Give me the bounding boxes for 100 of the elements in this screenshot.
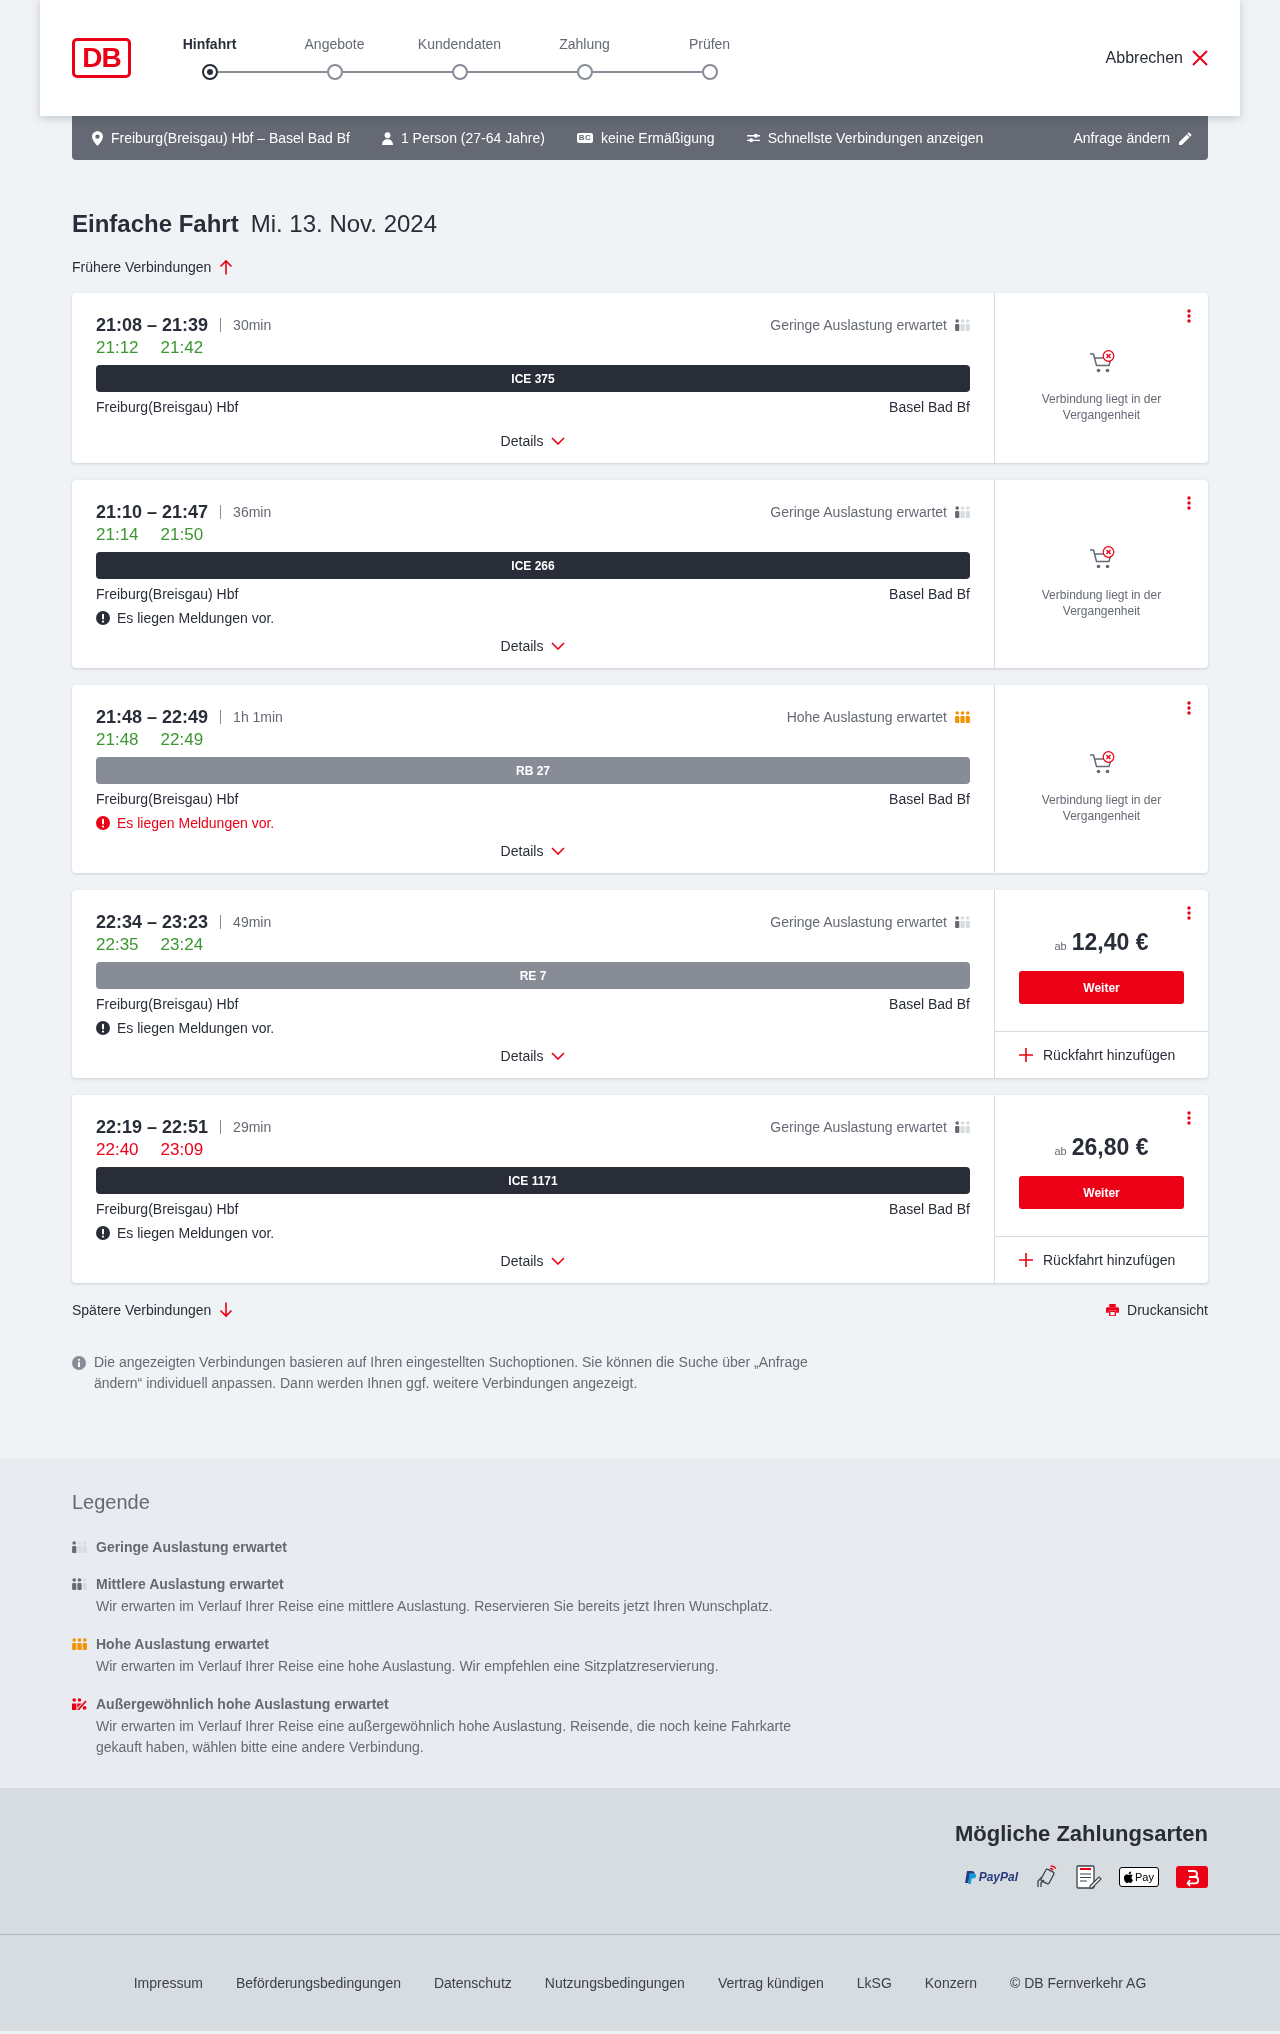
payment-badge-label: Pay (1135, 1870, 1154, 1884)
footer-link[interactable]: Vertrag kündigen (717, 1973, 824, 1993)
train-line-bar: ICE 266 (96, 552, 970, 579)
station-name: Freiburg(Breisgau) Hbf (96, 790, 239, 809)
sliders-icon (746, 133, 760, 143)
step-label: Zahlung (559, 35, 610, 54)
more-menu-icon[interactable] (1187, 496, 1191, 510)
realtime-departure: 22:35 (96, 934, 139, 956)
station-name: Basel Bad Bf (889, 995, 970, 1014)
legend-item-title: Geringe Auslastung erwartet (96, 1538, 288, 1557)
copyright-text: © DB Fernverkehr AG (1009, 1974, 1147, 1993)
footer-link[interactable]: LkSG (856, 1973, 892, 1993)
footer-link[interactable]: Impressum (133, 1973, 203, 1993)
occupancy-icon (955, 1121, 970, 1133)
continue-button[interactable]: Weiter (1019, 1176, 1184, 1209)
chevron-down-icon (551, 437, 566, 445)
occupancy-label: Geringe Auslastung erwartet (770, 503, 947, 522)
realtime-departure: 22:40 (96, 1139, 139, 1161)
message-text: Es liegen Meldungen vor. (117, 1224, 275, 1243)
occupancy-icon (72, 1541, 87, 1553)
arrow-up-icon (219, 259, 234, 275)
scheduled-times: 22:19 – 22:51 (96, 1116, 209, 1139)
realtime-departure: 21:12 (96, 337, 139, 359)
discount-card-badge: BC (576, 133, 593, 143)
price-prefix: ab (1054, 1144, 1067, 1159)
step-label: Kundendaten (417, 35, 502, 54)
more-menu-icon[interactable] (1187, 309, 1191, 323)
occupancy-icon (72, 1698, 87, 1710)
occupancy-label: Geringe Auslastung erwartet (770, 316, 947, 335)
payment-methods-heading: Mögliche Zahlungsarten (953, 1820, 1208, 1848)
footer-link[interactable]: Konzern (924, 1973, 977, 1993)
legend-item-text: Wir erwarten im Verlauf Ihrer Reise eine hohe Auslastung. Wir empfehlen eine Sitzplatzreservierung. (96, 1657, 720, 1676)
realtime-arrival: 23:24 (160, 934, 204, 956)
travel-duration: 36min (233, 503, 272, 522)
legend-item-title: Hohe Auslastung erwartet (96, 1635, 270, 1654)
chevron-down-icon (551, 847, 566, 855)
legend-item-title: Außergewöhnlich hohe Auslastung erwartet (96, 1695, 390, 1714)
price-prefix: ab (1054, 939, 1067, 954)
later-connections-link[interactable]: Spätere Verbindungen (72, 1300, 234, 1320)
travel-date: Mi. 13. Nov. 2024 (250, 209, 438, 239)
realtime-arrival: 21:50 (160, 524, 204, 546)
plus-icon (1019, 1048, 1033, 1062)
unavailable-note: Verbindung liegt in der Vergangenheit (1040, 586, 1163, 619)
edit-request-button[interactable]: Anfrage ändern (1073, 130, 1192, 146)
realtime-arrival: 21:42 (160, 337, 204, 359)
occupancy-icon (955, 711, 970, 723)
unavailable-note: Verbindung liegt in der Vergangenheit (1040, 390, 1163, 423)
cart-with-cross-icon (1088, 349, 1115, 374)
realtime-arrival: 23:09 (160, 1139, 204, 1161)
earlier-connections-link[interactable]: Frühere Verbindungen (72, 257, 234, 277)
alert-icon (96, 611, 110, 625)
price-amount: 12,40 € (1071, 928, 1149, 956)
legend-heading: Legende (72, 1490, 151, 1515)
occupancy-label: Hohe Auslastung erwartet (786, 708, 947, 727)
details-button[interactable]: Details (500, 1046, 566, 1066)
print-view-link[interactable]: Druckansicht (1106, 1300, 1208, 1320)
occupancy-icon (955, 506, 970, 518)
p-monogram-icon (964, 1870, 976, 1884)
step-label: Angebote (304, 35, 365, 54)
occupancy-icon (72, 1578, 87, 1590)
traveller-text: 1 Person (27-64 Jahre) (400, 130, 545, 146)
details-button[interactable]: Details (500, 636, 566, 656)
printer-icon (1106, 1304, 1120, 1316)
travel-duration: 29min (233, 1118, 272, 1137)
more-menu-icon[interactable] (1187, 701, 1191, 715)
occupancy-icon (72, 1638, 87, 1650)
continue-button[interactable]: Weiter (1019, 971, 1184, 1004)
details-button[interactable]: Details (500, 1251, 566, 1271)
arrow-down-icon (219, 1302, 234, 1318)
more-menu-icon[interactable] (1187, 1111, 1191, 1125)
message-text: Es liegen Meldungen vor. (117, 814, 275, 833)
station-name: Freiburg(Breisgau) Hbf (96, 585, 239, 604)
brand-logo: DB (72, 38, 131, 78)
train-line-bar: ICE 1171 (96, 1167, 970, 1194)
apple-icon (1124, 1871, 1134, 1883)
occupancy-icon (955, 319, 970, 331)
station-name: Freiburg(Breisgau) Hbf (96, 398, 239, 417)
add-return-trip-button[interactable]: Rückfahrt hinzufügen (1019, 1252, 1176, 1268)
cancel-button[interactable]: Abbrechen (1105, 45, 1208, 71)
cart-with-cross-icon (1088, 750, 1115, 775)
document-pen-icon (1076, 1865, 1103, 1889)
footer-link[interactable]: Nutzungsbedingungen (544, 1973, 685, 1993)
travel-duration: 49min (233, 913, 272, 932)
station-name: Basel Bad Bf (889, 585, 970, 604)
scheduled-times: 22:34 – 23:23 (96, 911, 209, 934)
details-button[interactable]: Details (500, 431, 566, 451)
info-icon (72, 1356, 86, 1370)
add-return-trip-button[interactable]: Rückfahrt hinzufügen (1019, 1047, 1176, 1063)
step-label: Prüfen (688, 35, 731, 54)
more-menu-icon[interactable] (1187, 906, 1191, 920)
alert-icon (96, 1226, 110, 1240)
occupancy-label: Geringe Auslastung erwartet (770, 1118, 947, 1137)
legend-item-text: Wir erwarten im Verlauf Ihrer Reise eine außergewöhnlich hohe Auslastung. Reisende, die noch keine Fahrkarte gekauft haben, wählen bitte eine andere Verbindung. (96, 1717, 792, 1757)
footer-link[interactable]: Beförderungsbedingungen (235, 1973, 401, 1993)
scheduled-times: 21:10 – 21:47 (96, 501, 209, 524)
details-button[interactable]: Details (500, 841, 566, 861)
footer-link[interactable]: Datenschutz (433, 1973, 512, 1993)
discount-text: keine Ermäßigung (601, 130, 715, 146)
legend-item-text: Wir erwarten im Verlauf Ihrer Reise eine mittlere Auslastung. Reservieren Sie bereits jetzt Ihren Wunschplatz. (96, 1597, 774, 1616)
legend-item-title: Mittlere Auslastung erwartet (96, 1575, 285, 1594)
